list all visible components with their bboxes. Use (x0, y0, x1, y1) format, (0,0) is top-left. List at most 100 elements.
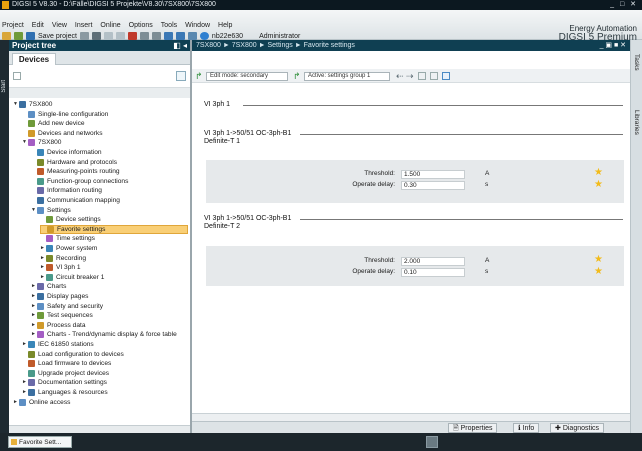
tree-item[interactable]: ► Charts - Trend/dynamic display & force … (31, 330, 177, 339)
tab-diagnostics-label: Diagnostics (562, 425, 599, 432)
tree-action-icon[interactable] (13, 72, 21, 80)
menu-tools[interactable]: Tools (161, 22, 177, 29)
edit-mode-dropdown[interactable]: Edit mode: secondary (206, 72, 288, 81)
tree-horizontal-scrollbar[interactable] (9, 425, 190, 433)
tree-item-icon (37, 149, 44, 156)
copy-icon[interactable] (103, 32, 113, 40)
tree-item[interactable]: ▼ 7SX800 (22, 138, 61, 147)
tree-item[interactable]: ▼ Settings (31, 206, 71, 215)
tasks-tab[interactable]: Tasks (633, 54, 640, 71)
threshold-input[interactable]: 2.000 (401, 257, 465, 266)
tree-item[interactable]: Device information (31, 148, 102, 157)
right-task-cards: Tasks Libraries (630, 40, 642, 440)
tab-info[interactable]: ℹ Info (513, 423, 540, 433)
tree-item[interactable]: Communication mapping (31, 196, 120, 205)
tree-item[interactable]: Load firmware to devices (22, 359, 111, 368)
compare-icon[interactable] (418, 72, 426, 80)
section-vi-3ph-1: VI 3ph 1 (204, 101, 624, 109)
tree-item[interactable]: Device settings (40, 215, 101, 224)
tree-item[interactable]: Upgrade project devices (22, 369, 109, 378)
tab-devices[interactable]: Devices (12, 53, 56, 65)
redo-icon[interactable] (151, 32, 161, 40)
tree-item[interactable]: Single-line configuration (22, 110, 108, 119)
tree-view-icon[interactable] (176, 71, 186, 81)
window-controls[interactable]: _ □ ✕ (610, 0, 638, 10)
tree-item[interactable]: ► Safety and security (31, 302, 103, 311)
tree-item[interactable]: Load configuration to devices (22, 350, 124, 359)
filter-icon[interactable] (430, 72, 438, 80)
tree-item[interactable]: ▼ 7SX800 (13, 100, 52, 109)
menu-view[interactable]: View (52, 22, 67, 29)
favorite-star-icon[interactable]: ★ (594, 180, 603, 190)
tree-item-label: 7SX800 (29, 101, 53, 108)
threshold-label: Threshold: (364, 257, 395, 264)
portal-bar: Favorite Sett... (0, 433, 642, 451)
save-project-button[interactable]: Save project (38, 33, 77, 40)
tree-item-label: Process data (47, 321, 86, 329)
tree-item[interactable]: Favorite settings (40, 224, 188, 234)
tree-item[interactable]: Hardware and protocols (31, 158, 117, 167)
tree-item[interactable]: Time settings (40, 234, 95, 243)
active-group-dropdown[interactable]: Active: settings group 1 (304, 72, 390, 81)
tree-item[interactable]: Measuring-points routing (31, 167, 120, 176)
tree-item-label: Display pages (47, 293, 89, 300)
menu-help[interactable]: Help (218, 22, 232, 29)
portal-view-icon[interactable] (426, 436, 438, 448)
tree-item[interactable]: ► Online access (13, 398, 70, 407)
menu-window[interactable]: Window (185, 22, 210, 29)
paste-icon[interactable] (115, 32, 125, 40)
tree-item[interactable]: ► VI 3ph 1 (40, 263, 81, 272)
go-online-icon[interactable] (163, 32, 173, 40)
menu-edit[interactable]: Edit (32, 22, 44, 29)
new-project-icon[interactable] (2, 32, 11, 40)
cut-icon[interactable] (91, 32, 101, 40)
tree-item[interactable]: ► Recording (40, 254, 86, 263)
threshold-input[interactable]: 1.500 (401, 170, 465, 179)
tree-item[interactable]: ► Documentation settings (22, 378, 107, 387)
menu-project[interactable]: Project (2, 22, 24, 29)
menu-insert[interactable]: Insert (75, 22, 93, 29)
menu-bar: Project Edit View Insert Online Options … (0, 10, 642, 43)
go-offline-icon[interactable] (175, 32, 185, 40)
tree-item[interactable]: ► Charts (31, 282, 66, 291)
menu-online[interactable]: Online (100, 22, 120, 29)
editor-horizontal-scrollbar[interactable] (192, 413, 630, 421)
tab-properties[interactable]: 🗎 Properties (448, 423, 498, 433)
navigate-arrows-icon[interactable]: ⇠ ⇢ (396, 71, 414, 82)
tree-item[interactable]: ► Languages & resources (22, 388, 108, 397)
operate-delay-input[interactable]: 0.30 (401, 181, 465, 190)
tree-item[interactable]: ► Display pages (31, 292, 88, 301)
tree-item-label: Power system (56, 245, 98, 252)
start-tab[interactable]: Start (0, 40, 9, 440)
list-view-icon[interactable] (442, 72, 450, 80)
tree-item[interactable]: ► Process data (31, 321, 85, 330)
print-icon[interactable] (79, 32, 89, 40)
editor-window-controls[interactable]: _ ▣ ■ ✕ (600, 40, 626, 51)
tree-item[interactable]: Add new device (22, 119, 85, 128)
operate-delay-input[interactable]: 0.10 (401, 268, 465, 277)
favorite-star-icon[interactable]: ★ (594, 255, 603, 265)
tree-item[interactable]: ► Power system (40, 244, 97, 253)
favorite-star-icon[interactable]: ★ (594, 168, 603, 178)
collapse-pane-icon[interactable]: ◧ ◂ (173, 40, 187, 51)
tree-item-icon (47, 225, 54, 233)
tree-item[interactable]: ► IEC 61850 stations (22, 340, 94, 349)
threshold-unit: A (485, 257, 490, 264)
tab-diagnostics[interactable]: ✚ Diagnostics (550, 423, 604, 433)
tree-item-label: Documentation settings (38, 379, 107, 387)
tree-item-icon (28, 110, 35, 118)
undo-icon[interactable] (139, 32, 149, 40)
open-project-icon[interactable] (14, 32, 23, 40)
tree-item[interactable]: Function-group connections (31, 177, 128, 186)
open-editor-favorite-settings[interactable]: Favorite Sett... (8, 436, 72, 448)
save-icon[interactable] (26, 32, 35, 40)
tree-item[interactable]: Information routing (31, 186, 102, 195)
libraries-tab[interactable]: Libraries (633, 110, 640, 135)
delete-icon[interactable] (127, 32, 137, 40)
tree-item[interactable]: ► Circuit breaker 1 (40, 273, 104, 282)
tree-item[interactable]: ► Test sequences (31, 311, 93, 320)
compile-icon[interactable] (187, 32, 197, 40)
tree-item[interactable]: Devices and networks (22, 129, 103, 138)
favorite-star-icon[interactable]: ★ (594, 267, 603, 277)
menu-options[interactable]: Options (129, 22, 153, 29)
